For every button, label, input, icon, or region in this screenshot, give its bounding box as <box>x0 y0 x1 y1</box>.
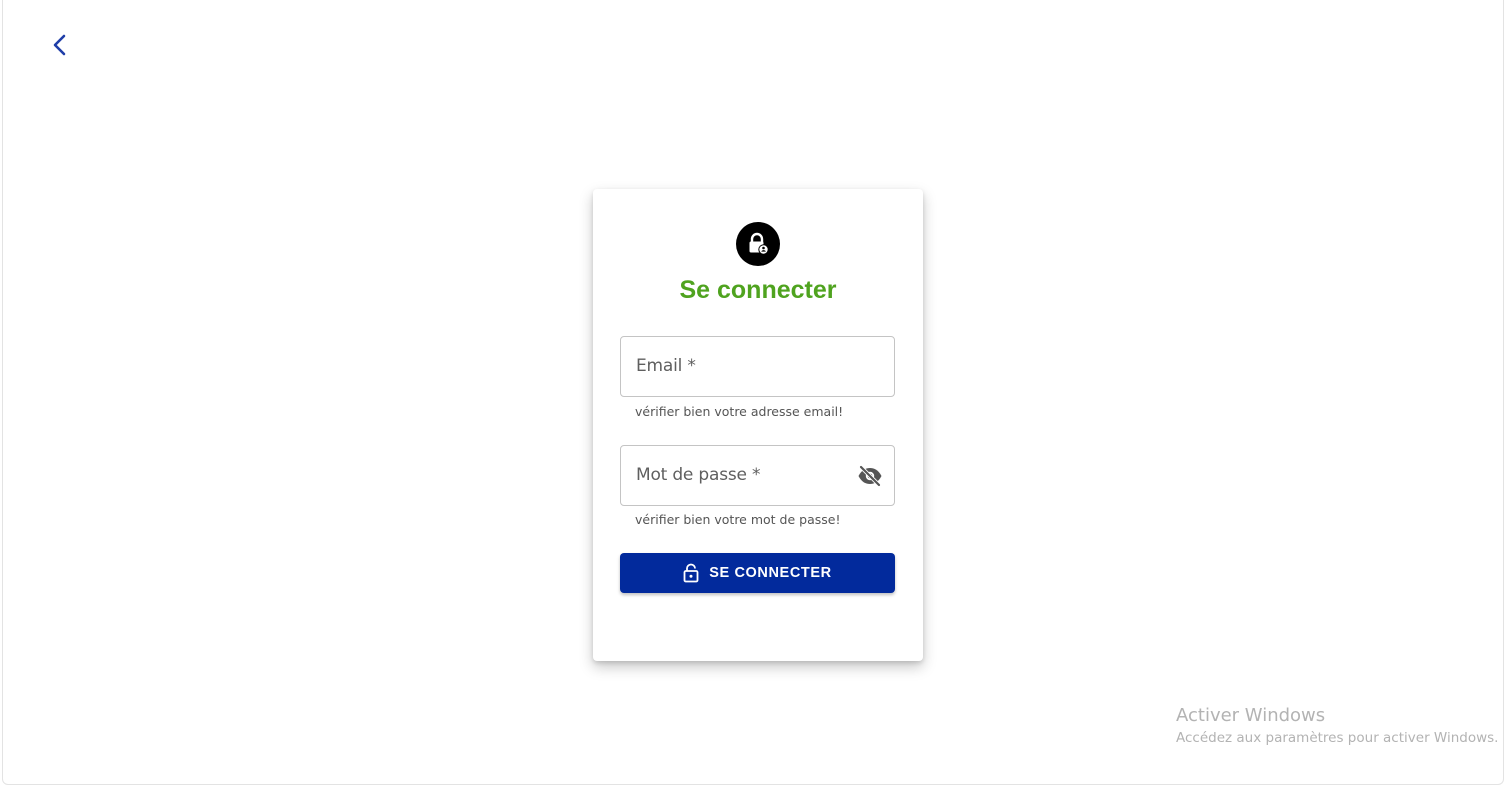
app-window: Se connecter Email * vérifier bien votre… <box>2 0 1504 785</box>
windows-activation-watermark: Activer Windows Accédez aux paramètres p… <box>1176 704 1498 748</box>
password-helper-text: vérifier bien votre mot de passe! <box>635 512 841 527</box>
password-field[interactable]: Mot de passe * <box>620 445 898 507</box>
eye-off-icon <box>858 465 882 487</box>
login-button[interactable]: SE CONNECTER <box>620 553 895 593</box>
login-button-label: SE CONNECTER <box>709 565 832 581</box>
lock-person-icon <box>736 222 780 266</box>
toggle-password-visibility-button[interactable] <box>856 463 884 489</box>
login-card: Se connecter Email * vérifier bien votre… <box>593 189 923 661</box>
back-button[interactable] <box>43 28 77 62</box>
email-field[interactable]: Email * <box>620 336 898 398</box>
lock-open-icon <box>683 563 699 583</box>
watermark-subtitle: Accédez aux paramètres pour activer Wind… <box>1176 730 1499 746</box>
chevron-left-icon <box>53 34 66 56</box>
email-helper-text: vérifier bien votre adresse email! <box>635 404 844 419</box>
email-input[interactable] <box>621 337 898 398</box>
page-title: Se connecter <box>679 276 837 304</box>
watermark-title: Activer Windows <box>1176 705 1326 726</box>
